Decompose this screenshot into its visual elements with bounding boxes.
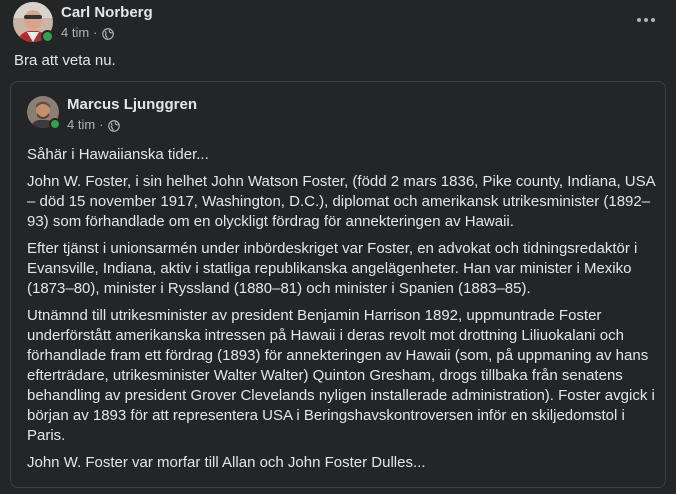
more-options-button[interactable] [628, 8, 664, 32]
shared-author-name[interactable]: Marcus Ljunggren [67, 96, 197, 113]
post-meta: 4 tim · [61, 24, 153, 42]
shared-post-header: Marcus Ljunggren 4 tim · [27, 96, 197, 134]
shared-post-paragraph: Såhär i Hawaiianska tider... [27, 146, 209, 163]
author-avatar[interactable] [13, 2, 54, 43]
shared-post-card[interactable]: Marcus Ljunggren 4 tim · Såhär i Hawaiia… [10, 81, 666, 488]
shared-post-meta: 4 tim · [67, 116, 197, 134]
meta-separator: · [93, 25, 98, 40]
shared-post-paragraph: Utnämnd till utrikesminister av presiden… [27, 307, 655, 444]
author-name[interactable]: Carl Norberg [61, 3, 153, 23]
shared-post-paragraph: Efter tjänst i unionsarmén under inbörde… [27, 240, 638, 297]
shared-author-avatar[interactable] [27, 96, 61, 130]
shared-meta-separator: · [99, 117, 104, 132]
post-timestamp[interactable]: 4 tim [61, 24, 89, 42]
shared-online-status-dot [49, 118, 61, 130]
post-text: Bra att veta nu. [14, 52, 116, 69]
globe-icon[interactable] [107, 119, 120, 132]
post-card: Carl Norberg 4 tim · Bra att veta nu. Ma… [0, 0, 676, 494]
post-header: Carl Norberg 4 tim · [13, 2, 153, 43]
shared-post-paragraph: John W. Foster var morfar till Allan och… [27, 454, 426, 471]
more-horizontal-icon [637, 18, 655, 22]
shared-post-body: Såhär i Hawaiianska tider... John W. Fos… [27, 145, 655, 480]
shared-post-timestamp[interactable]: 4 tim [67, 116, 95, 134]
globe-icon[interactable] [101, 27, 114, 40]
shared-post-paragraph: John W. Foster, i sin helhet John Watson… [27, 173, 655, 230]
online-status-dot [41, 30, 54, 43]
